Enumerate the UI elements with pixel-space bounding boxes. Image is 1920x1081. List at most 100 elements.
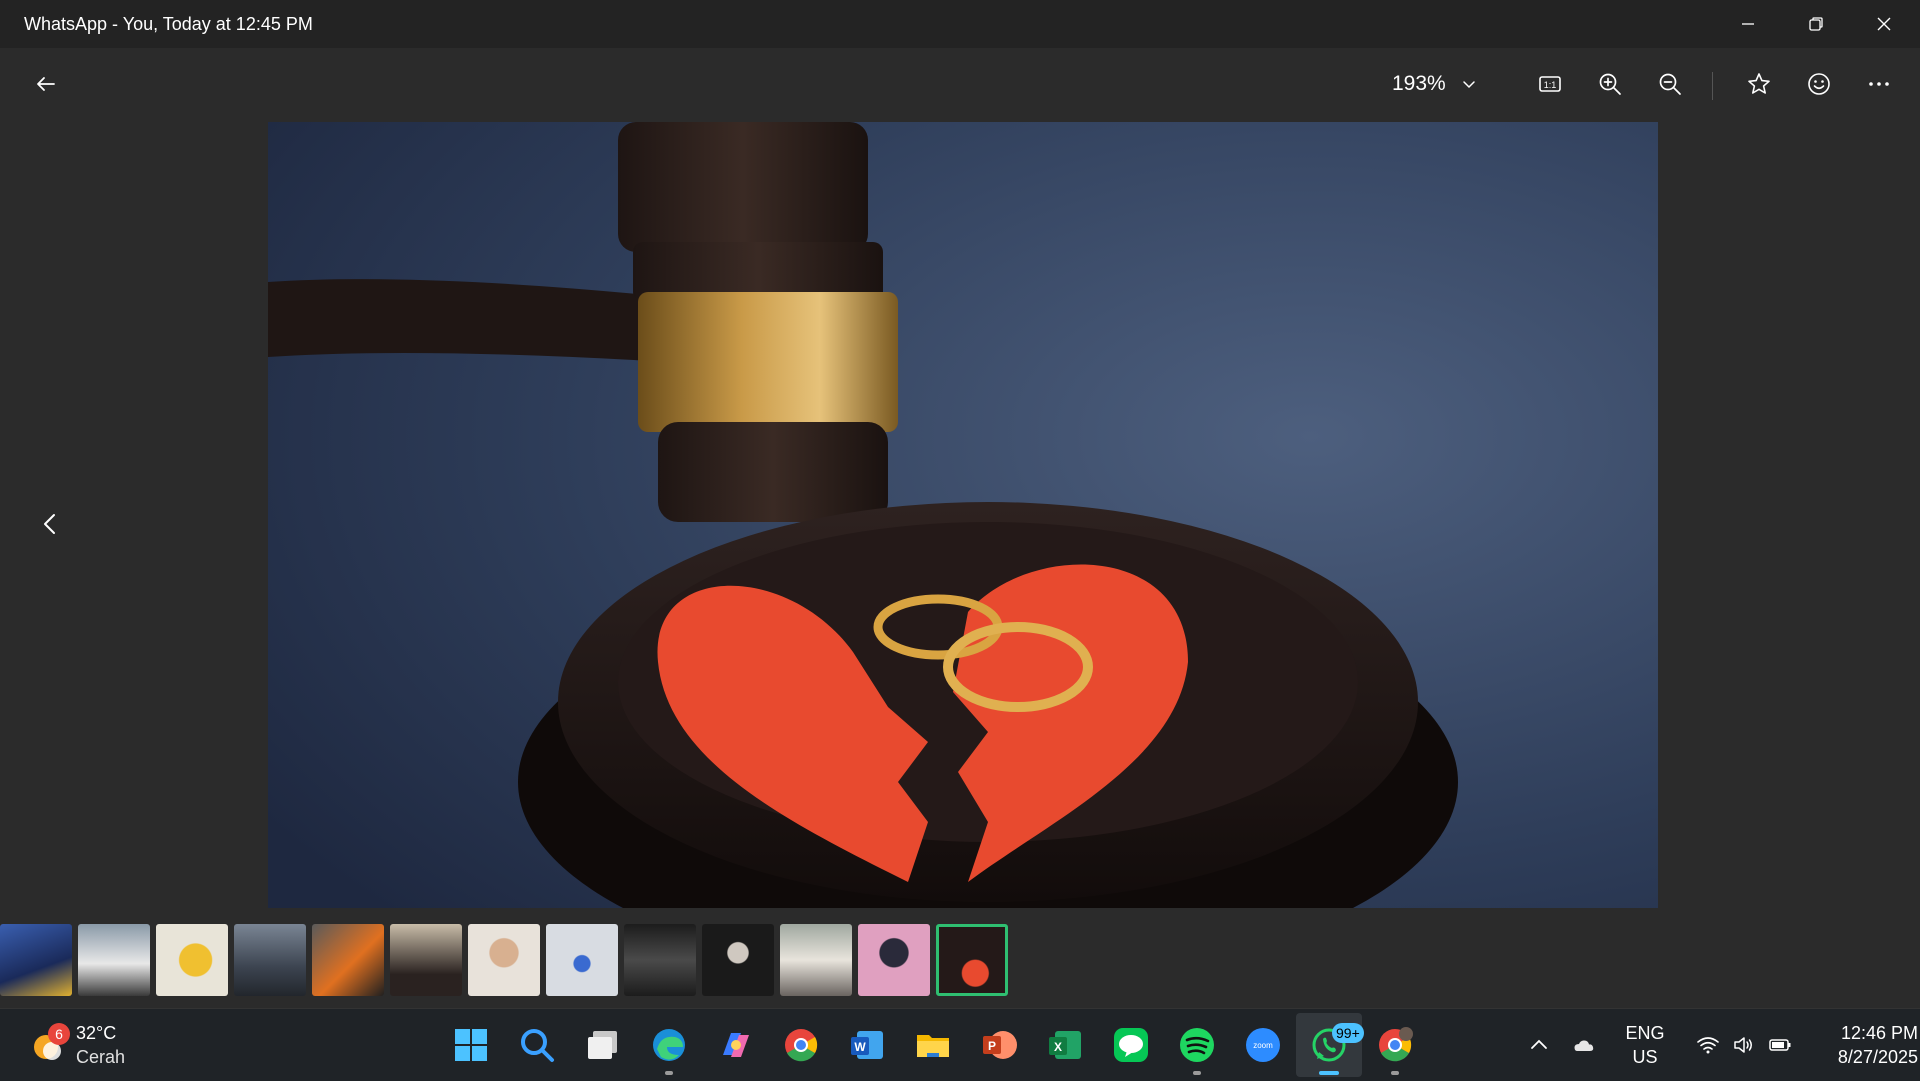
folder-icon xyxy=(917,1035,949,1057)
search-icon xyxy=(521,1029,554,1062)
task-view-button[interactable] xyxy=(570,1013,636,1077)
previous-image-button[interactable] xyxy=(28,500,72,548)
thumbnail-2[interactable] xyxy=(78,924,150,996)
copilot-icon xyxy=(723,1033,749,1057)
zoom-out-icon xyxy=(1659,73,1681,95)
onedrive-button[interactable] xyxy=(1556,1020,1610,1070)
running-indicator xyxy=(1391,1071,1399,1075)
thumbnail-13-selected[interactable] xyxy=(936,924,1008,996)
battery-button[interactable] xyxy=(1762,1020,1798,1070)
edge-app[interactable] xyxy=(636,1013,702,1077)
word-app[interactable]: W xyxy=(834,1013,900,1077)
minimize-button[interactable] xyxy=(1714,0,1782,48)
svg-text:X: X xyxy=(1054,1040,1062,1054)
chrome-profile-app[interactable] xyxy=(1362,1013,1428,1077)
running-indicator xyxy=(1193,1071,1201,1075)
window-title: WhatsApp - You, Today at 12:45 PM xyxy=(24,14,313,34)
close-icon xyxy=(1877,17,1891,31)
thumbnail-12[interactable] xyxy=(858,924,930,996)
close-button[interactable] xyxy=(1850,0,1918,48)
weather-condition: Cerah xyxy=(76,1047,126,1067)
svg-text:1:1: 1:1 xyxy=(1544,80,1557,90)
thumbnail-10[interactable] xyxy=(702,924,774,996)
taskbar-apps: W P X zoom 99+ xyxy=(438,1013,1428,1077)
zoom-in-button[interactable] xyxy=(1588,62,1632,106)
clock-time: 12:46 PM xyxy=(1840,1023,1918,1043)
zoom-in-icon xyxy=(1599,73,1621,95)
back-arrow-icon xyxy=(37,77,55,91)
cloud-icon xyxy=(1574,1040,1594,1051)
zoom-dropdown[interactable]: 193% xyxy=(1392,66,1478,102)
search-button[interactable] xyxy=(504,1013,570,1077)
viewer-toolbar: 193% 1:1 xyxy=(0,48,1920,120)
battery-icon xyxy=(1769,1039,1791,1051)
line-app[interactable] xyxy=(1098,1013,1164,1077)
weather-sun-icon: 6 xyxy=(30,1023,70,1063)
restore-button[interactable] xyxy=(1782,0,1850,48)
powerpoint-app[interactable]: P xyxy=(966,1013,1032,1077)
windows-logo-icon xyxy=(455,1029,487,1061)
thumbnail-4[interactable] xyxy=(234,924,306,996)
toolbar-divider xyxy=(1712,72,1713,100)
more-options-button[interactable] xyxy=(1857,62,1901,106)
svg-text:W: W xyxy=(854,1040,866,1054)
thumbnail-1[interactable] xyxy=(0,924,72,996)
chrome-app[interactable] xyxy=(768,1013,834,1077)
active-indicator xyxy=(1319,1071,1339,1075)
weather-badge: 6 xyxy=(48,1023,70,1045)
edge-icon xyxy=(653,1029,685,1061)
gavel-broken-heart-image xyxy=(268,122,1658,908)
zoom-app[interactable]: zoom xyxy=(1230,1013,1296,1077)
powerpoint-icon: P xyxy=(983,1031,1017,1059)
favorite-button[interactable] xyxy=(1737,62,1781,106)
volume-button[interactable] xyxy=(1726,1020,1762,1070)
network-button[interactable] xyxy=(1690,1020,1726,1070)
task-view-icon xyxy=(588,1031,617,1059)
actual-size-icon: 1:1 xyxy=(1539,76,1561,92)
thumbnail-6[interactable] xyxy=(390,924,462,996)
restore-icon xyxy=(1809,17,1823,31)
emoji-icon xyxy=(1808,73,1830,95)
region-code: US xyxy=(1632,1047,1658,1067)
thumbnail-strip xyxy=(0,924,1008,996)
line-icon xyxy=(1114,1028,1148,1062)
more-icon xyxy=(1869,82,1889,86)
zoom-value: 193% xyxy=(1392,72,1446,95)
clock[interactable]: 12:46 PM 8/27/2025 xyxy=(1822,1021,1918,1069)
start-button[interactable] xyxy=(438,1013,504,1077)
thumbnail-9[interactable] xyxy=(624,924,696,996)
copilot-app[interactable] xyxy=(702,1013,768,1077)
weather-temperature: 32°C xyxy=(76,1023,117,1043)
taskbar: 6 32°C Cerah W P X zoom 99+ ENG US 12:46… xyxy=(0,1008,1920,1081)
star-icon xyxy=(1748,73,1770,94)
chevron-down-icon xyxy=(1462,81,1475,89)
chrome-icon xyxy=(785,1029,818,1062)
react-button[interactable] xyxy=(1797,62,1841,106)
minimize-icon xyxy=(1742,23,1754,25)
back-button[interactable] xyxy=(24,62,68,106)
system-tray: ENG US 12:46 PM 8/27/2025 xyxy=(1522,1009,1918,1081)
zoom-out-button[interactable] xyxy=(1648,62,1692,106)
file-explorer-app[interactable] xyxy=(900,1013,966,1077)
zoom-icon: zoom xyxy=(1246,1028,1280,1062)
weather-widget[interactable]: 6 32°C Cerah xyxy=(30,1021,125,1069)
thumbnail-5[interactable] xyxy=(312,924,384,996)
chevron-up-icon xyxy=(1531,1039,1547,1049)
speaker-icon xyxy=(1734,1037,1752,1053)
language-indicator[interactable]: ENG US xyxy=(1610,1021,1680,1069)
chrome-icon xyxy=(1379,1027,1413,1062)
thumbnail-7[interactable] xyxy=(468,924,540,996)
word-icon: W xyxy=(851,1031,883,1059)
thumbnail-11[interactable] xyxy=(780,924,852,996)
spotify-app[interactable] xyxy=(1164,1013,1230,1077)
thumbnail-3[interactable] xyxy=(156,924,228,996)
actual-size-button[interactable]: 1:1 xyxy=(1528,62,1572,106)
main-photo[interactable] xyxy=(268,122,1658,908)
excel-app[interactable]: X xyxy=(1032,1013,1098,1077)
thumbnail-8[interactable] xyxy=(546,924,618,996)
whatsapp-app[interactable]: 99+ xyxy=(1296,1013,1364,1077)
chevron-left-icon xyxy=(44,514,55,534)
whatsapp-unread-badge: 99+ xyxy=(1332,1023,1364,1043)
running-indicator xyxy=(665,1071,673,1075)
show-hidden-icons-button[interactable] xyxy=(1522,1020,1556,1070)
